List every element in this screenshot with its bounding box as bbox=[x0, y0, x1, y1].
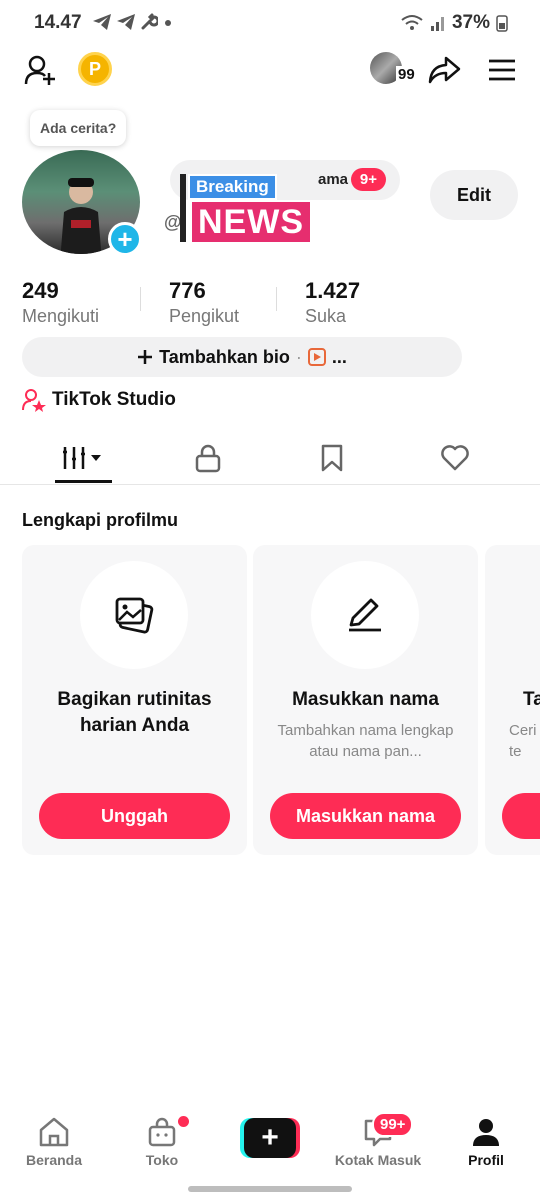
tab-active-indicator bbox=[55, 480, 112, 483]
edit-profile-button[interactable]: Edit bbox=[430, 170, 518, 220]
notification-dot bbox=[178, 1116, 189, 1127]
stat-value: 1.427 bbox=[305, 278, 361, 303]
video-icon bbox=[307, 348, 326, 366]
add-user-icon bbox=[24, 55, 55, 85]
upload-button[interactable]: Unggah bbox=[39, 793, 230, 839]
stat-following[interactable]: 249 Mengikuti bbox=[22, 278, 99, 327]
battery-text: 37% bbox=[451, 12, 490, 33]
telegram-icon bbox=[117, 14, 135, 30]
card-title: Masukkan nama bbox=[292, 689, 439, 710]
hamburger-menu-icon bbox=[489, 59, 515, 81]
add-bio-label: Tambahkan bio bbox=[159, 346, 290, 367]
menu-button[interactable] bbox=[482, 50, 522, 90]
status-bar: 14.47 37% bbox=[0, 0, 540, 44]
signal-icon bbox=[430, 17, 444, 31]
add-story-button[interactable]: + bbox=[108, 222, 142, 256]
enter-name-button[interactable]: Masukkan nama bbox=[270, 793, 461, 839]
profile-card-routine: Bagikan rutinitas harian Anda Unggah bbox=[22, 545, 247, 855]
story-prompt-bubble[interactable]: Ada cerita? bbox=[30, 110, 127, 146]
sticker-bar bbox=[180, 174, 186, 242]
create-button[interactable]: + bbox=[240, 1118, 300, 1158]
coin-icon: P bbox=[78, 52, 112, 86]
coins-button[interactable]: P bbox=[78, 52, 112, 86]
shopping-bag-icon bbox=[148, 1117, 176, 1147]
share-icon bbox=[428, 56, 461, 84]
photos-icon bbox=[115, 597, 154, 634]
share-button[interactable] bbox=[424, 50, 464, 90]
status-time: 14.47 bbox=[34, 12, 82, 33]
dot-icon bbox=[165, 20, 171, 26]
lock-icon bbox=[195, 444, 221, 473]
stat-label: Suka bbox=[305, 306, 347, 326]
card-description: Ceri te bbox=[509, 722, 537, 760]
add-bio-button[interactable]: Tambahkan bio · ... bbox=[22, 337, 462, 377]
name-badge: 9+ bbox=[350, 168, 386, 191]
nav-label: Toko bbox=[145, 1152, 179, 1168]
nav-profile[interactable]: Profil bbox=[436, 1116, 536, 1168]
sticker-breaking: Breaking bbox=[188, 174, 277, 200]
wifi-icon bbox=[401, 15, 423, 30]
pencil-icon bbox=[349, 598, 381, 632]
card-title: Bagikan rutinitas harian Anda bbox=[57, 689, 212, 736]
card-description: Tambahkan nama lengkap atau nama pan... bbox=[277, 722, 454, 760]
status-right: 37% bbox=[400, 12, 508, 34]
stat-value: 249 bbox=[22, 278, 59, 303]
nav-home[interactable]: Beranda bbox=[4, 1116, 104, 1168]
breaking-news-sticker: Breaking NEWS bbox=[180, 170, 318, 244]
home-indicator[interactable] bbox=[188, 1186, 352, 1192]
visitor-count: 99 bbox=[396, 66, 417, 83]
stat-likes[interactable]: 1.427 Suka bbox=[305, 278, 360, 327]
bio-more: ... bbox=[331, 346, 347, 367]
videos-grid-icon bbox=[63, 447, 101, 469]
profile-card-name: Masukkan nama Tambahkan nama lengkap ata… bbox=[253, 545, 478, 855]
stat-label: Mengikuti bbox=[22, 306, 100, 326]
username: @ bbox=[164, 212, 182, 232]
stat-followers[interactable]: 776 Pengikut bbox=[169, 278, 239, 327]
plus-icon: + bbox=[244, 1118, 296, 1158]
sticker-news: NEWS bbox=[190, 200, 312, 244]
card-title: Ta bbox=[523, 689, 540, 710]
nav-shop[interactable]: Toko bbox=[112, 1116, 212, 1168]
section-title: Lengkapi profilmu bbox=[22, 510, 179, 530]
wrench-icon bbox=[141, 13, 158, 30]
divider bbox=[0, 484, 540, 485]
heart-icon bbox=[441, 445, 469, 471]
nav-label: Beranda bbox=[25, 1152, 83, 1168]
stat-value: 776 bbox=[169, 278, 206, 303]
battery-icon bbox=[496, 15, 508, 32]
visitor-avatar-button[interactable]: 99 bbox=[370, 52, 420, 88]
card-button[interactable] bbox=[502, 793, 540, 839]
inbox-badge: 99+ bbox=[372, 1112, 414, 1137]
profile-icon bbox=[473, 1119, 499, 1146]
tab-saved[interactable] bbox=[287, 436, 377, 480]
add-user-button[interactable] bbox=[20, 50, 60, 90]
display-name: ama bbox=[318, 171, 349, 188]
divider bbox=[276, 287, 277, 311]
card-icon-circle bbox=[311, 561, 419, 669]
card-icon-circle bbox=[80, 561, 188, 669]
nav-label: Profil bbox=[468, 1152, 504, 1168]
avatar-photo bbox=[60, 178, 102, 254]
home-icon bbox=[39, 1117, 69, 1147]
status-notification-icons bbox=[92, 13, 174, 31]
tab-videos[interactable] bbox=[38, 436, 128, 480]
profile-card-partial: Ta Ceri te bbox=[485, 545, 540, 855]
telegram-icon bbox=[93, 14, 111, 30]
top-bar: P 99 bbox=[0, 44, 540, 96]
bio-separator: · bbox=[295, 346, 302, 367]
studio-label: TikTok Studio bbox=[52, 389, 176, 410]
nav-label: Kotak Masuk bbox=[334, 1152, 422, 1168]
tab-liked[interactable] bbox=[410, 436, 500, 480]
tiktok-studio-link[interactable]: TikTok Studio bbox=[22, 388, 176, 412]
bookmark-icon bbox=[321, 444, 343, 472]
studio-icon bbox=[22, 389, 46, 412]
plus-icon bbox=[138, 350, 153, 364]
stat-label: Pengikut bbox=[169, 306, 240, 326]
divider bbox=[140, 287, 141, 311]
tab-private[interactable] bbox=[163, 436, 253, 480]
